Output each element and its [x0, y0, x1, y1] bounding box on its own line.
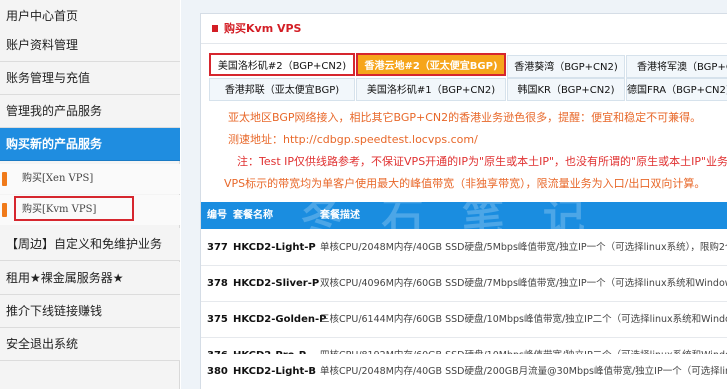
sidebar-item-manage-products[interactable]: 管理我的产品服务 [0, 95, 180, 128]
sidebar-item-billing[interactable]: 账务管理与充值 [0, 62, 180, 95]
sidebar-subitem-label: 购买[Xen VPS] [22, 173, 94, 184]
plan-name: HKCD2-Sliver-P [233, 278, 320, 289]
header-name: 套餐名称 [233, 210, 273, 221]
plan-name: HKCD2-Golden-P [233, 314, 327, 325]
highlight-box [14, 196, 134, 221]
table-row[interactable]: 380 HKCD2-Light-B 单核CPU/2048M内存/40GB SSD… [201, 354, 727, 389]
tab-kr[interactable]: 韩国KR（BGP+CN2) [507, 78, 625, 101]
header-desc: 套餐描述 [320, 210, 360, 221]
orange-bar-icon [2, 172, 7, 186]
table-header: 编号 套餐名称 套餐描述 [201, 202, 727, 229]
tab-hk-kwai-chung[interactable]: 香港葵湾（BGP+CN2) [507, 55, 625, 78]
plan-desc: 双核CPU/4096M内存/60GB SSD硬盘/7Mbps峰值带宽/独立IP一… [320, 278, 727, 289]
plan-name: HKCD2-Light-P [233, 242, 316, 253]
plan-desc: 三核CPU/6144M内存/60GB SSD硬盘/10Mbps峰值带宽/独立IP… [320, 314, 727, 325]
tab-hk-banglian[interactable]: 香港邦联（亚太便宜BGP) [209, 78, 355, 101]
table-row[interactable]: 378 HKCD2-Sliver-P 双核CPU/4096M内存/60GB SS… [201, 266, 727, 302]
main-content: 购买Kvm VPS 美国洛杉矶#2（BGP+CN2) 香港云地#2（亚太便宜BG… [181, 0, 727, 389]
orange-bar-icon [2, 203, 7, 217]
notice-test-ip: 注：Test IP仅供线路参考，不保证VPS开通的IP为"原生或本土IP"，也没… [237, 155, 727, 168]
sidebar-item-referral[interactable]: 推介下线链接赚钱 [0, 295, 180, 328]
product-panel: 购买Kvm VPS 美国洛杉矶#2（BGP+CN2) 香港云地#2（亚太便宜BG… [200, 13, 727, 389]
table-row[interactable]: 377 HKCD2-Light-P 单核CPU/2048M内存/40GB SSD… [201, 230, 727, 266]
notice-bgp: 亚太地区BGP网络接入，相比其它BGP+CN2的香港业务逊色很多，提醒：便宜和稳… [228, 111, 702, 124]
sidebar-subitem-xen-vps[interactable]: 购买[Xen VPS] [0, 164, 180, 194]
tab-us-la-1[interactable]: 美国洛杉矶#1（BGP+CN2) [356, 78, 506, 101]
sidebar-item-buy-products[interactable]: 购买新的产品服务 [0, 128, 180, 161]
header-id: 编号 [207, 210, 227, 221]
plan-desc: 单核CPU/2048M内存/40GB SSD硬盘/5Mbps峰值带宽/独立IP一… [320, 242, 727, 253]
tab-hk-cloud-2[interactable]: 香港云地#2（亚太便宜BGP) [356, 53, 506, 76]
title-marker-icon [212, 25, 218, 32]
panel-title-text: 购买Kvm VPS [224, 22, 302, 35]
sidebar-item-logout[interactable]: 安全退出系统 [0, 328, 180, 361]
panel-title: 购买Kvm VPS [201, 14, 727, 44]
tab-de-fra[interactable]: 德国FRA（BGP+CN2) [626, 78, 727, 101]
notice-bandwidth: VPS标示的带宽均为单客户使用最大的峰值带宽（非独享带宽），限流量业务为入口/出… [224, 177, 706, 190]
tab-us-la-2[interactable]: 美国洛杉矶#2（BGP+CN2) [209, 53, 355, 76]
plan-desc: 单核CPU/2048M内存/40GB SSD硬盘/200GB月流量@30Mbps… [320, 366, 727, 377]
tab-hk-tseung-kwan-o[interactable]: 香港将军澳（BGP+CN2) [626, 55, 727, 78]
sidebar-item-custom-services[interactable]: 【周边】自定义和免维护业务 [0, 228, 180, 261]
page-root: 用户中心首页 账户资料管理 账务管理与充值 管理我的产品服务 购买新的产品服务 … [0, 0, 727, 389]
notice-speedtest: 测速地址：http://cdbgp.speedtest.locvps.com/ [228, 133, 478, 146]
plan-id: 377 [207, 242, 228, 253]
plan-id: 378 [207, 278, 228, 289]
sidebar: 用户中心首页 账户资料管理 账务管理与充值 管理我的产品服务 购买新的产品服务 … [0, 0, 180, 389]
sidebar-item-account-profile[interactable]: 账户资料管理 [0, 29, 180, 62]
plan-name: HKCD2-Light-B [233, 366, 317, 377]
plan-id: 380 [207, 366, 228, 377]
plan-id: 375 [207, 314, 228, 325]
sidebar-item-bare-metal[interactable]: 租用★裸金属服务器★ [0, 262, 180, 295]
table-row[interactable]: 375 HKCD2-Golden-P 三核CPU/6144M内存/60GB SS… [201, 302, 727, 338]
